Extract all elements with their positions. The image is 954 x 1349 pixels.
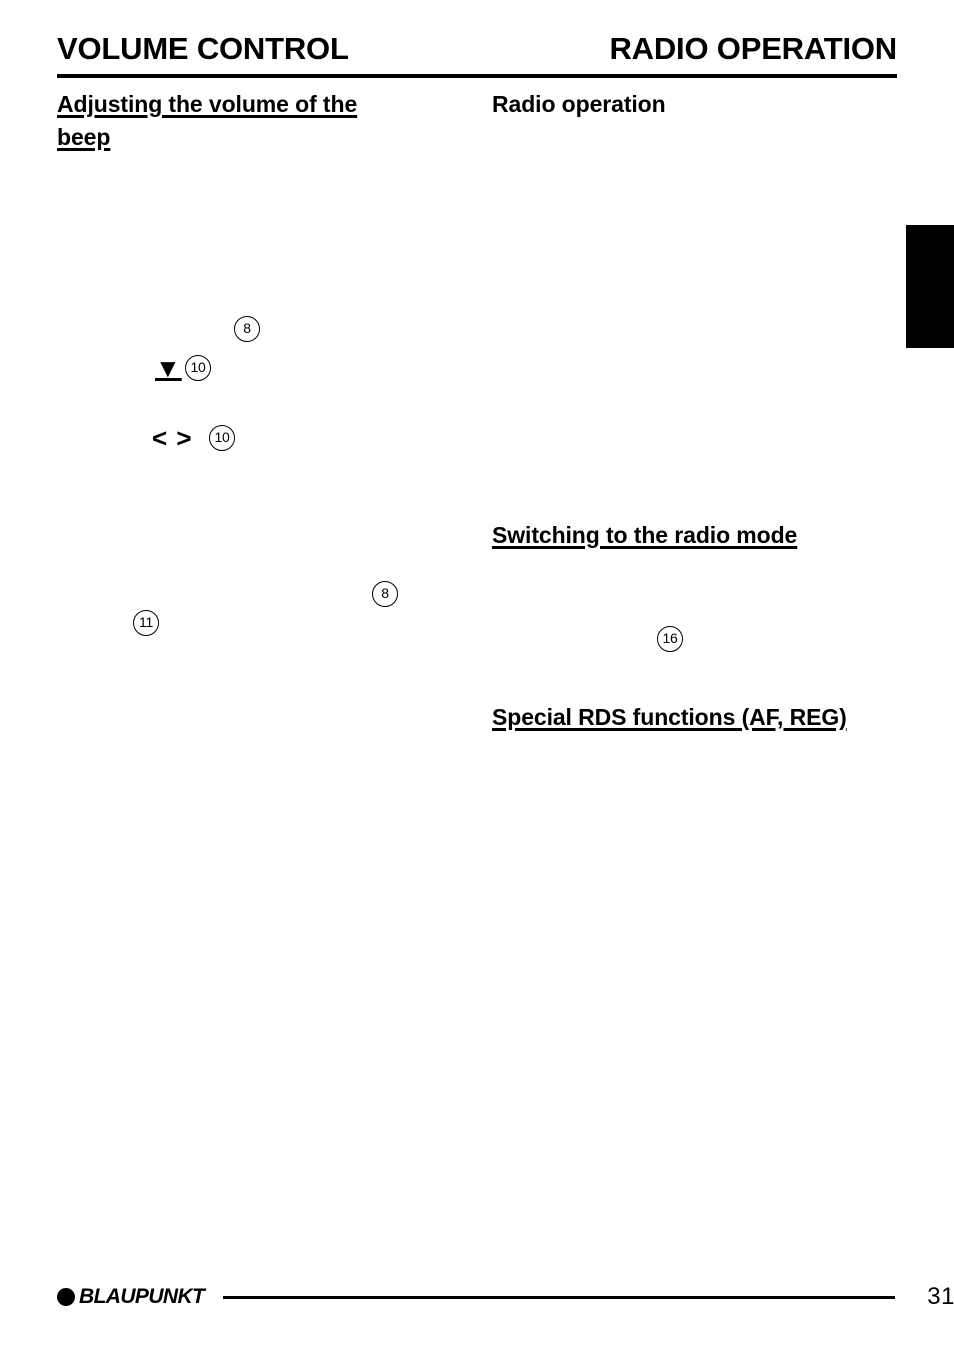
running-header-left: VOLUME CONTROL xyxy=(57,31,349,66)
chapter-thumb-tab xyxy=(906,225,954,348)
footer-divider-rule xyxy=(223,1296,895,1299)
manual-page: VOLUME CONTROL RADIO OPERATION Adjusting… xyxy=(0,0,954,1349)
callout-marker-8-upper: 8 xyxy=(234,316,260,342)
heading-adjusting-beep-volume: Adjusting the volume of the beep xyxy=(57,91,358,150)
left-column: Adjusting the volume of the beep xyxy=(57,88,407,154)
header-divider-rule xyxy=(57,74,897,78)
running-header-right: RADIO OPERATION xyxy=(609,31,898,66)
callout-marker-11: 11 xyxy=(133,610,159,636)
callout-marker-8-lower: 8 xyxy=(372,581,398,607)
blaupunkt-dot-logo-icon xyxy=(57,1288,75,1306)
volume-down-symbol: ▼ xyxy=(155,353,182,383)
callout-marker-16: 16 xyxy=(657,626,683,652)
callout-marker-10-arrows: 10 xyxy=(209,425,235,451)
page-footer: BLAUPUNKT 31 xyxy=(57,1283,954,1313)
left-right-arrows-symbol: < > xyxy=(152,423,193,453)
brand-wordmark: BLAUPUNKT xyxy=(79,1285,205,1308)
callout-marker-10-volume: 10 xyxy=(185,355,211,381)
right-column: Radio operation xyxy=(492,88,898,121)
heading-radio-operation: Radio operation xyxy=(492,91,666,117)
heading-switching-to-radio-mode: Switching to the radio mode xyxy=(492,522,798,548)
page-number: 31 xyxy=(927,1283,954,1310)
heading-special-rds-functions: Special RDS functions (AF, REG) xyxy=(492,704,847,730)
